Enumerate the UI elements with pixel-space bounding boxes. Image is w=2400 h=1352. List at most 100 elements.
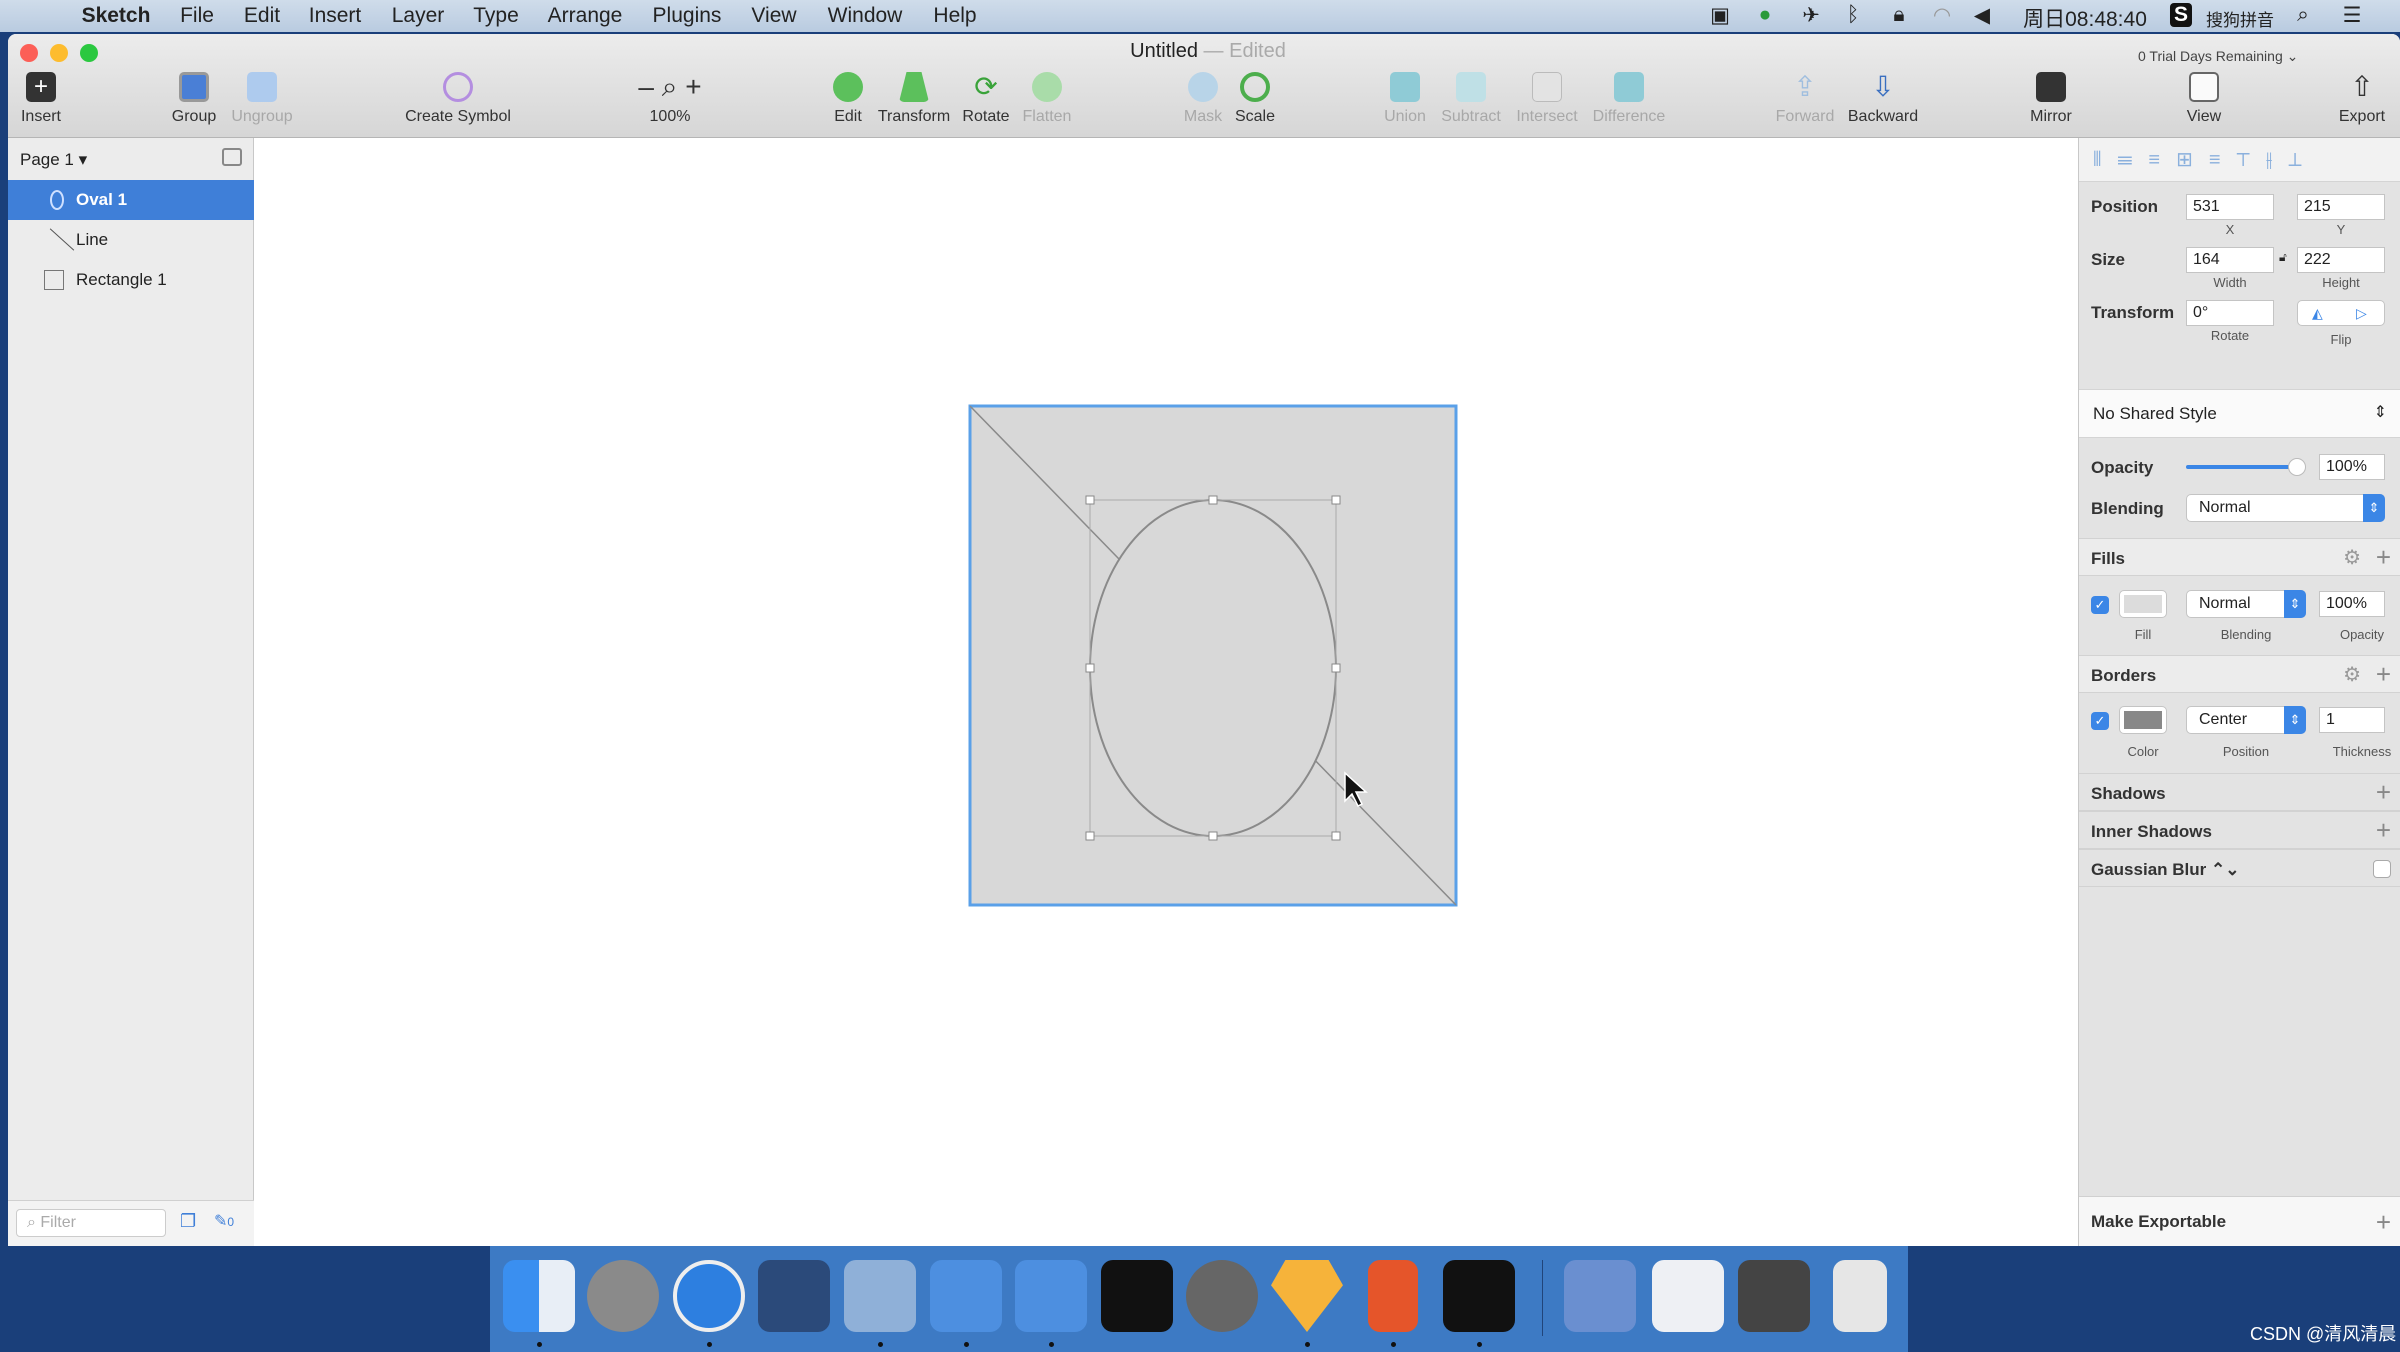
trash-icon[interactable] [1833, 1260, 1887, 1332]
lock-icon[interactable]: 🔒︎ [1893, 3, 1904, 27]
menu-window[interactable]: Window [828, 4, 903, 28]
menu-type[interactable]: Type [473, 4, 519, 28]
opacity-slider-thumb[interactable] [2288, 458, 2306, 476]
notification-list-icon[interactable]: ☰ [2343, 3, 2362, 28]
fill-opacity-input[interactable]: 100% [2319, 591, 2385, 617]
position-x-input[interactable]: 531 [2186, 194, 2274, 220]
fill-color-swatch[interactable] [2119, 590, 2167, 618]
border-thickness-input[interactable]: 1 [2319, 707, 2385, 733]
airplane-icon[interactable]: ✈ [1802, 3, 1820, 28]
ungroup-button[interactable]: Ungroup [207, 72, 317, 126]
menu-arrange[interactable]: Arrange [548, 4, 623, 28]
lock-ratio-icon[interactable]: 🔓︎ [2279, 250, 2287, 265]
zoom-button[interactable] [80, 44, 98, 62]
menu-sketch[interactable]: Sketch [82, 4, 151, 28]
view-button[interactable]: View [2149, 72, 2259, 126]
layer-oval-1[interactable]: Oval 1 [8, 180, 254, 220]
backward-button[interactable]: ⇩ Backward [1828, 72, 1938, 126]
camera-icon[interactable]: ▣ [1710, 3, 1730, 28]
zoom-level: 100% [649, 108, 691, 125]
layer-rectangle-1[interactable]: Rectangle 1 [8, 260, 254, 300]
flip-vertical-icon[interactable]: ▷ [2356, 301, 2367, 325]
export-button[interactable]: ⇧ Export [2307, 72, 2400, 126]
imovie-icon[interactable] [844, 1260, 916, 1332]
insert-button[interactable]: + Insert [8, 72, 96, 126]
flip-horizontal-icon[interactable]: ◭ [2312, 301, 2323, 325]
green-app-icon[interactable]: ● [1759, 3, 1772, 27]
mouse-app-icon[interactable] [758, 1260, 830, 1332]
simulator-icon[interactable] [1015, 1260, 1087, 1332]
symbols-filter-icon[interactable]: ❐ [180, 1211, 196, 1232]
position-y-input[interactable]: 215 [2297, 194, 2385, 220]
rotate-input[interactable]: 0° [2186, 300, 2274, 326]
sogou-icon[interactable]: S [2169, 3, 2193, 27]
menu-edit[interactable]: Edit [244, 4, 280, 28]
shared-style-select[interactable]: No Shared Style ⇕ [2079, 389, 2400, 438]
opacity-slider[interactable] [2186, 458, 2306, 476]
select-chevron-icon: ⇕ [2284, 706, 2306, 734]
edited-filter-icon[interactable]: ✎0 [214, 1211, 234, 1231]
launchpad-icon[interactable] [587, 1260, 659, 1332]
borders-settings-gear-icon[interactable]: ⚙ [2343, 662, 2361, 687]
border-enabled-checkbox[interactable]: ✓ [2091, 712, 2109, 730]
zoom-control[interactable]: – ⌕ + 100% [615, 72, 725, 126]
opacity-input[interactable]: 100% [2319, 454, 2385, 480]
add-fill-plus-icon[interactable]: + [2376, 544, 2391, 570]
xcode-icon[interactable] [930, 1260, 1002, 1332]
add-inner-shadow-plus-icon[interactable]: + [2376, 817, 2391, 843]
terminal-icon[interactable] [1101, 1260, 1173, 1332]
fill-blending-select[interactable]: Normal ⇕ [2186, 590, 2306, 618]
filter-input[interactable]: ⌕ Filter [16, 1209, 166, 1237]
y-label: Y [2336, 222, 2346, 237]
wifi-icon[interactable]: ◠ [1933, 3, 1951, 28]
trial-days-menu[interactable]: 0 Trial Days Remaining ⌄ [2138, 48, 2298, 65]
screen-window-icon[interactable] [1738, 1260, 1810, 1332]
menu-help[interactable]: Help [933, 4, 976, 28]
blending-select[interactable]: Normal ⇕ [2186, 494, 2385, 522]
bluetooth-icon[interactable]: ᛒ [1847, 3, 1860, 27]
menu-plugins[interactable]: Plugins [653, 4, 722, 28]
fills-settings-gear-icon[interactable]: ⚙ [2343, 545, 2361, 570]
page-selector[interactable]: Page 1 ▾ [20, 150, 87, 170]
insert-label: Insert [20, 108, 61, 125]
close-button[interactable] [20, 44, 38, 62]
gaussian-blur-title[interactable]: Gaussian Blur ⌃⌄ [2091, 860, 2239, 880]
add-shadow-plus-icon[interactable]: + [2376, 779, 2391, 805]
handle [1085, 663, 1095, 673]
difference-button[interactable]: Difference [1574, 72, 1684, 126]
menu-layer[interactable]: Layer [392, 4, 445, 28]
alignment-toolbar[interactable]: ⫴☰≡⊞≡⊤⫲⊥ [2079, 138, 2400, 182]
height-input[interactable]: 222 [2297, 247, 2385, 273]
finder-icon[interactable] [503, 1260, 575, 1332]
powerpoint-icon[interactable] [1368, 1260, 1418, 1332]
make-exportable-plus-icon[interactable]: + [2376, 1209, 2391, 1235]
console-icon[interactable] [1443, 1260, 1515, 1332]
mirror-button[interactable]: Mirror [1996, 72, 2106, 126]
menu-file[interactable]: File [180, 4, 214, 28]
sketch-icon[interactable] [1271, 1260, 1343, 1332]
canvas-drawing[interactable] [255, 138, 2078, 1246]
pages-toggle-icon[interactable] [222, 148, 242, 166]
document-window-icon[interactable] [1652, 1260, 1724, 1332]
scale-button[interactable]: Scale [1200, 72, 1310, 126]
layer-line[interactable]: Line [8, 220, 254, 260]
gaussian-blur-checkbox[interactable] [2373, 860, 2391, 878]
input-method[interactable]: 搜狗拼音 [2206, 6, 2274, 31]
canvas[interactable] [255, 138, 2078, 1246]
add-border-plus-icon[interactable]: + [2376, 661, 2391, 687]
flatten-button[interactable]: Flatten [992, 72, 1102, 126]
border-position-select[interactable]: Center ⇕ [2186, 706, 2306, 734]
safari-icon[interactable] [673, 1260, 745, 1332]
minimize-button[interactable] [50, 44, 68, 62]
menu-insert[interactable]: Insert [309, 4, 362, 28]
create-symbol-button[interactable]: Create Symbol [403, 72, 513, 126]
width-input[interactable]: 164 [2186, 247, 2274, 273]
clock[interactable]: 周日08:48:40 [2023, 3, 2147, 33]
volume-icon[interactable]: ◀ [1974, 3, 1990, 28]
system-preferences-icon[interactable] [1186, 1260, 1258, 1332]
spotlight-search-icon[interactable]: ⌕ [2297, 3, 2309, 27]
media-player-icon[interactable] [1564, 1260, 1636, 1332]
menu-view[interactable]: View [751, 4, 796, 28]
border-color-swatch[interactable] [2119, 706, 2167, 734]
fill-enabled-checkbox[interactable]: ✓ [2091, 596, 2109, 614]
